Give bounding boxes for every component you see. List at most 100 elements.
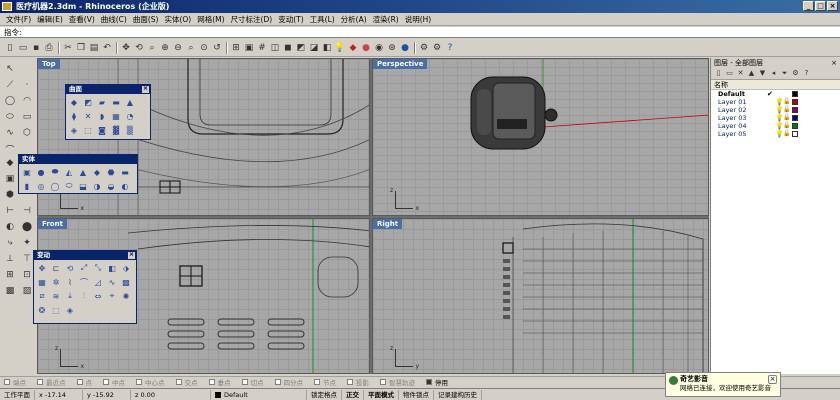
menu-curve[interactable]: 曲线(C) xyxy=(98,14,130,25)
checkbox[interactable] xyxy=(175,379,182,385)
box-solid-icon[interactable]: ▣ xyxy=(21,166,33,178)
truncated-cone-icon[interactable]: ⬣ xyxy=(105,166,117,178)
move-transform-icon[interactable]: ✥ xyxy=(36,262,48,274)
select-arrow-icon[interactable]: ↖ xyxy=(3,62,17,76)
planar-surface-icon[interactable]: ▰ xyxy=(96,96,108,108)
undo-icon[interactable]: ↶ xyxy=(101,42,113,54)
layer-name[interactable]: Layer 04 xyxy=(711,122,767,130)
sphere-icon[interactable]: ◉ xyxy=(373,42,385,54)
surface-from-points-icon[interactable]: ◆ xyxy=(68,96,80,108)
close-icon[interactable]: × xyxy=(128,252,135,259)
osnap-end[interactable]: 端点 xyxy=(4,377,26,387)
wireframe-icon[interactable]: ◫ xyxy=(269,42,281,54)
viewport-right[interactable]: Right zy xyxy=(372,218,709,374)
boolean-union-icon[interactable]: ◑ xyxy=(91,180,103,192)
smooth-icon[interactable]: ≋ xyxy=(50,290,62,302)
surface-edge-icon[interactable]: ◩ xyxy=(82,96,94,108)
osnap-perpendicular[interactable]: 垂点 xyxy=(208,377,231,387)
checkbox[interactable] xyxy=(103,379,109,385)
save-icon[interactable]: ▪ xyxy=(30,42,42,54)
layer-row[interactable]: Layer 04 💡 🔓 xyxy=(711,122,840,130)
status-grid-snap[interactable]: 锁定格点 xyxy=(307,389,342,400)
curve-icon[interactable]: ∿ xyxy=(3,126,17,140)
checkbox[interactable] xyxy=(76,379,83,385)
pan-icon[interactable]: ✥ xyxy=(120,42,132,54)
drape-icon[interactable]: ▓ xyxy=(110,124,122,136)
mirror-transform-icon[interactable]: ◧ xyxy=(106,262,118,274)
osnap-center[interactable]: 中心点 xyxy=(136,377,165,387)
undo-view-icon[interactable]: ↺ xyxy=(211,42,223,54)
layer-color-swatch[interactable] xyxy=(792,115,798,121)
close-button[interactable]: × xyxy=(827,1,838,11)
loft-icon[interactable]: ⧫ xyxy=(68,110,80,122)
checkbox[interactable] xyxy=(314,379,320,385)
stretch-icon[interactable]: ⇔ xyxy=(92,290,104,302)
close-icon[interactable]: × xyxy=(768,375,777,384)
rotate-view-icon[interactable]: ⟲ xyxy=(133,42,145,54)
align-icon[interactable]: ⫶ xyxy=(78,290,90,302)
split-icon[interactable]: ⬤ xyxy=(20,220,34,234)
pipe-icon[interactable]: ⬭ xyxy=(63,180,75,192)
layer-color-swatch[interactable] xyxy=(792,91,798,97)
osnap-tangent[interactable]: 切点 xyxy=(241,377,264,387)
menu-transform[interactable]: 变动(T) xyxy=(275,14,306,25)
open-icon[interactable]: ▭ xyxy=(17,42,29,54)
flow-icon[interactable]: ∿ xyxy=(106,276,118,288)
help-icon[interactable]: ? xyxy=(444,42,456,54)
menu-edit[interactable]: 编辑(E) xyxy=(34,14,66,25)
scale-transform-icon[interactable]: ⤢ xyxy=(78,262,90,274)
layer-row[interactable]: Layer 02 💡 🔓 xyxy=(711,106,840,114)
layer-name[interactable]: Layer 03 xyxy=(711,114,767,122)
status-osnap[interactable]: 物件锁点 xyxy=(399,389,434,400)
menu-solid[interactable]: 实体(O) xyxy=(161,14,194,25)
checkbox[interactable] xyxy=(380,379,386,385)
scale-1d-icon[interactable]: ⤡ xyxy=(92,262,104,274)
render-icon[interactable]: ◆ xyxy=(347,42,359,54)
new-file-icon[interactable]: ▯ xyxy=(4,42,16,54)
rectangle-icon[interactable]: ▭ xyxy=(20,110,34,124)
blend-surface-icon[interactable]: ⬚ xyxy=(82,124,94,136)
osnap-knot[interactable]: 节点 xyxy=(314,377,336,387)
scale-icon[interactable]: ⊡ xyxy=(20,268,34,282)
twist-icon[interactable]: ⌇ xyxy=(64,276,76,288)
checkbox[interactable] xyxy=(241,379,248,385)
layer-row[interactable]: Default ✔ xyxy=(711,90,840,98)
osnap-intersection[interactable]: 交点 xyxy=(175,377,198,387)
layer-name[interactable]: Layer 05 xyxy=(711,130,767,138)
boolean-intersection-icon[interactable]: ◐ xyxy=(119,180,131,192)
osnap-smarttrack[interactable]: 智慧轨迹 xyxy=(380,377,415,387)
extrude-solid-icon[interactable]: ⬓ xyxy=(77,180,89,192)
menu-file[interactable]: 文件(F) xyxy=(3,14,34,25)
viewport-label-perspective[interactable]: Perspective xyxy=(373,59,428,69)
flow-surface-icon[interactable]: ◈ xyxy=(64,304,76,316)
layer-color-swatch[interactable] xyxy=(792,107,798,113)
layer-visible-icon[interactable]: 💡 xyxy=(775,122,784,130)
rotate-transform-icon[interactable]: ⟲ xyxy=(64,262,76,274)
copy-icon[interactable]: ❐ xyxy=(75,42,87,54)
settings-icon[interactable]: ⚙ xyxy=(418,42,430,54)
orient-icon[interactable]: ⬗ xyxy=(120,262,132,274)
move-up-icon[interactable]: ▲ xyxy=(747,69,756,78)
slab-icon[interactable]: ▬ xyxy=(119,166,131,178)
circle-icon[interactable]: ◯ xyxy=(3,94,17,108)
viewport-perspective[interactable]: Perspective zx xyxy=(372,58,709,216)
status-cplane[interactable]: 工作平面 xyxy=(0,389,35,400)
solid-floating-toolbar[interactable]: 实体 ▣ ● ⬬ ◭ ▲ ◆ ⬣ ▬ ▮ ◎ ◯ ⬭ ⬓ ◑ ◒ ◐ xyxy=(18,154,138,194)
menu-view[interactable]: 查看(V) xyxy=(66,14,98,25)
grid-icon[interactable]: # xyxy=(256,42,268,54)
filter-icon[interactable]: ⏷ xyxy=(780,69,789,78)
viewport-label-right[interactable]: Right xyxy=(373,219,403,229)
explode-icon[interactable]: ✦ xyxy=(20,236,34,250)
zoom-extents-icon[interactable]: ⊖ xyxy=(172,42,184,54)
help-icon[interactable]: ? xyxy=(802,69,811,78)
status-planar[interactable]: 平面模式 xyxy=(364,389,399,400)
layer-tools-icon[interactable]: ⚙ xyxy=(791,69,800,78)
mesh-icon[interactable]: ⬢ xyxy=(3,188,17,202)
taper-icon[interactable]: ◿ xyxy=(92,276,104,288)
layer-lock-icon[interactable]: 🔓 xyxy=(783,130,792,138)
layer-visible-icon[interactable]: 💡 xyxy=(775,98,784,106)
menu-render[interactable]: 渲染(R) xyxy=(370,14,402,25)
paraboloid-icon[interactable]: ◭ xyxy=(63,166,75,178)
boolean-difference-icon[interactable]: ◒ xyxy=(105,180,117,192)
copy-transform-icon[interactable]: ⊏ xyxy=(50,262,62,274)
